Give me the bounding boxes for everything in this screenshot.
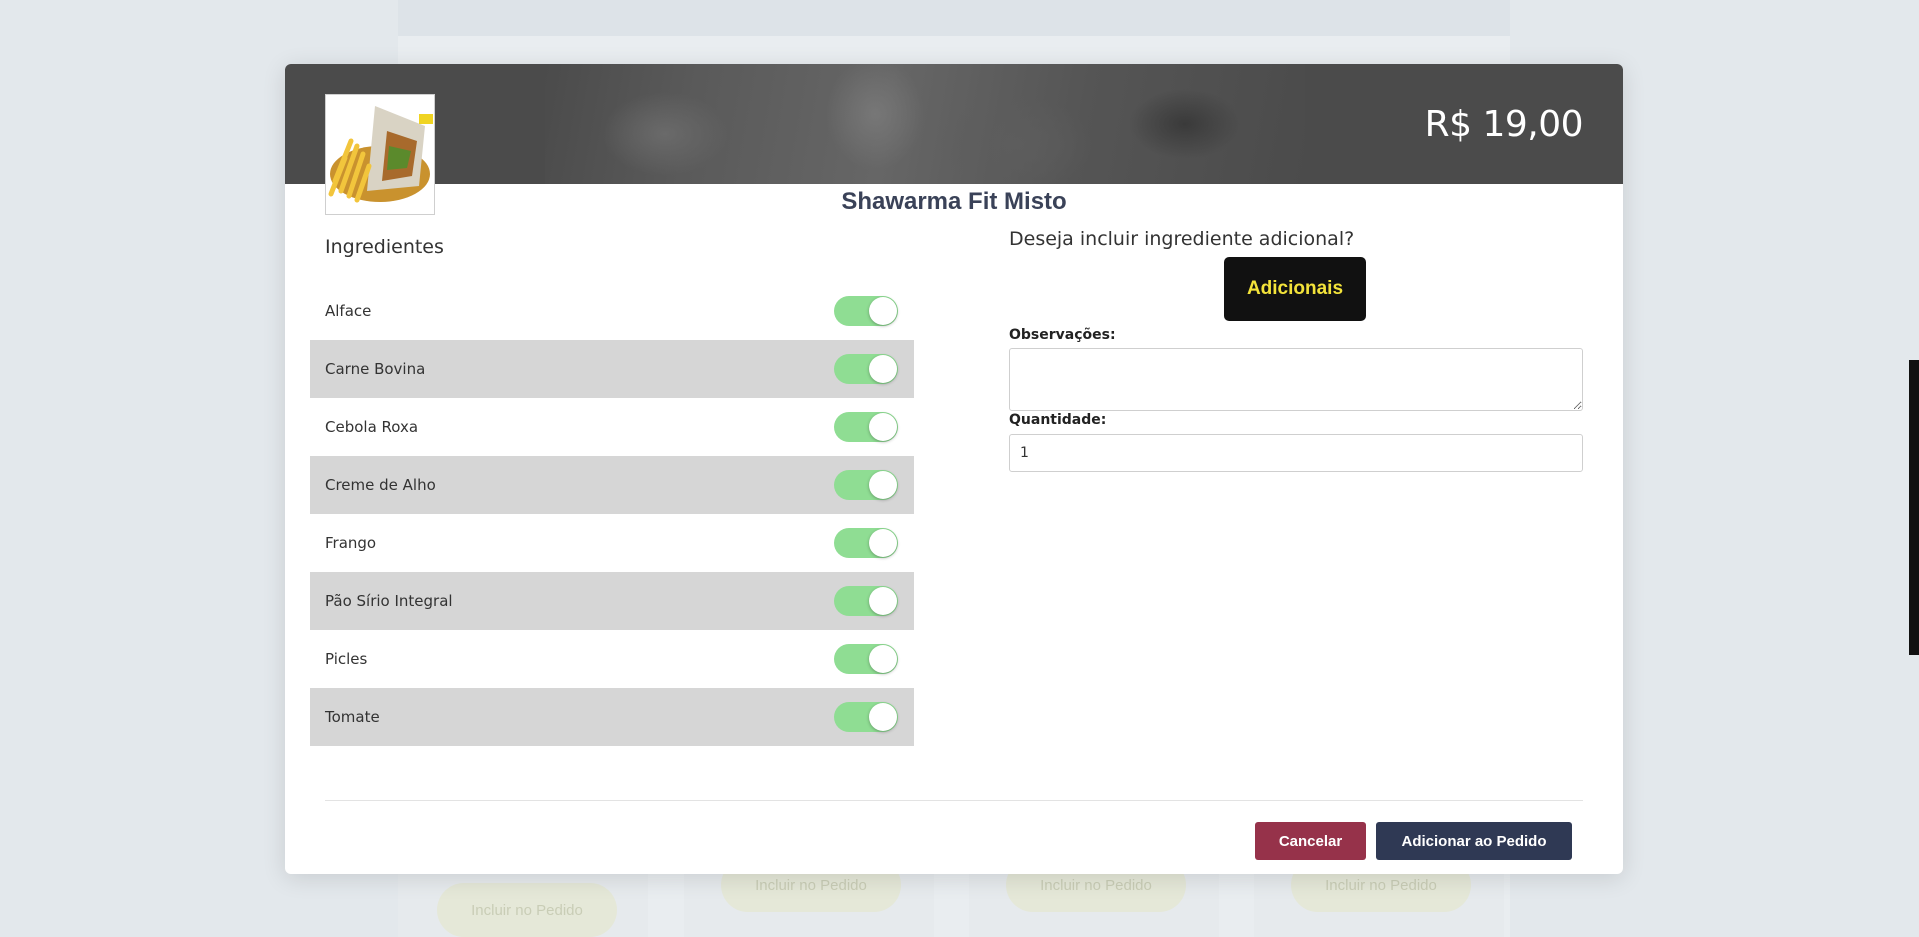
ingredient-label: Pão Sírio Integral — [325, 592, 453, 610]
ingredient-row: Carne Bovina — [310, 340, 914, 398]
ingredients-heading: Ingredientes — [325, 236, 444, 258]
ingredient-toggle[interactable] — [834, 528, 898, 558]
product-thumbnail — [325, 94, 435, 215]
add-to-order-button[interactable]: Adicionar ao Pedido — [1376, 822, 1572, 860]
background-top-card — [398, 0, 1510, 36]
ingredient-row: Tomate — [310, 688, 914, 746]
ingredient-label: Frango — [325, 534, 377, 552]
ingredient-row: Picles — [310, 630, 914, 688]
ingredients-list: Alface Carne Bovina Cebola Roxa Creme de… — [310, 282, 914, 746]
observations-label: Observações: — [1009, 327, 1116, 343]
header-background-photo — [545, 64, 1305, 184]
ingredient-toggle[interactable] — [834, 354, 898, 384]
product-price: R$ 19,00 — [1424, 104, 1584, 145]
quantity-label: Quantidade: — [1009, 412, 1107, 428]
ingredient-row: Alface — [310, 282, 914, 340]
ingredient-row: Creme de Alho — [310, 456, 914, 514]
extras-question: Deseja incluir ingrediente adicional? — [1009, 228, 1355, 250]
ingredient-label: Picles — [325, 650, 368, 668]
cancel-button[interactable]: Cancelar — [1255, 822, 1366, 860]
ingredient-row: Frango — [310, 514, 914, 572]
ingredient-toggle[interactable] — [834, 702, 898, 732]
ingredient-label: Cebola Roxa — [325, 418, 419, 436]
background-include-button: Incluir no Pedido — [437, 883, 617, 937]
ingredient-label: Alface — [325, 302, 372, 320]
modal-header-banner: R$ 19,00 — [285, 64, 1623, 184]
page-scrollbar[interactable] — [1909, 360, 1919, 655]
ingredient-label: Creme de Alho — [325, 476, 436, 494]
quantity-field[interactable] — [1009, 434, 1583, 472]
ingredient-toggle[interactable] — [834, 470, 898, 500]
footer-divider — [325, 800, 1583, 801]
shawarma-image-icon — [327, 96, 433, 213]
ingredient-label: Tomate — [325, 708, 380, 726]
ingredient-toggle[interactable] — [834, 412, 898, 442]
ingredient-toggle[interactable] — [834, 296, 898, 326]
ingredient-row: Pão Sírio Integral — [310, 572, 914, 630]
extras-button[interactable]: Adicionais — [1224, 257, 1366, 321]
ingredient-label: Carne Bovina — [325, 360, 426, 378]
observations-field[interactable] — [1009, 348, 1583, 411]
ingredient-row: Cebola Roxa — [310, 398, 914, 456]
ingredient-toggle[interactable] — [834, 644, 898, 674]
ingredient-toggle[interactable] — [834, 586, 898, 616]
product-modal: R$ 19,00 Shawarma Fit Misto Ingredientes… — [285, 64, 1623, 874]
product-title: Shawarma Fit Misto — [841, 188, 1067, 215]
